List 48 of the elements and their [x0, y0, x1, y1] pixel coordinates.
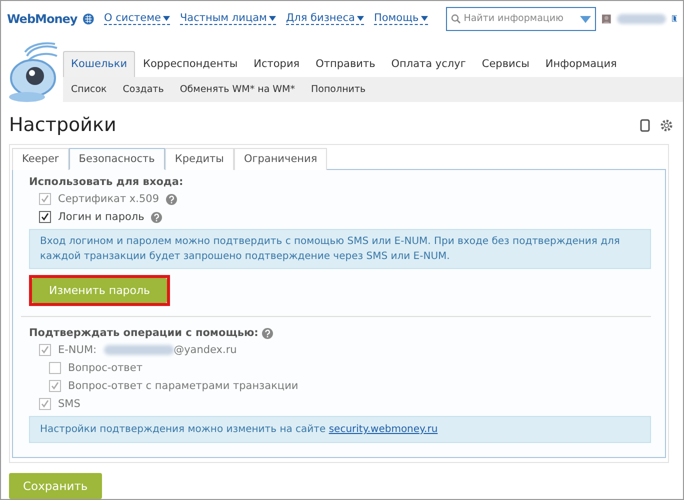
exit-icon[interactable] [672, 12, 677, 25]
sub-nav-link[interactable]: Создать [122, 84, 164, 95]
checkbox[interactable] [39, 211, 51, 223]
settings-tab[interactable]: Ограничения [234, 148, 328, 170]
security-link[interactable]: security.webmoney.ru [328, 424, 438, 435]
help-icon[interactable] [151, 212, 162, 222]
sub-nav-link[interactable]: Пополнить [311, 84, 366, 95]
phone-icon[interactable] [640, 118, 650, 132]
search-icon [450, 14, 461, 24]
main-tab[interactable]: Отправить [308, 51, 384, 77]
nav-link[interactable]: Помощь [374, 12, 428, 25]
option-label: E-NUM: [58, 344, 97, 356]
main-tab[interactable]: История [246, 51, 308, 77]
section-heading: Подтверждать операции с помощью: [29, 327, 258, 339]
section-heading: Использовать для входа: [29, 176, 184, 188]
option-label: SMS [58, 398, 80, 410]
settings-tab[interactable]: Keeper [12, 148, 69, 170]
email-domain: @yandex.ru [174, 344, 237, 356]
settings-icon[interactable] [660, 118, 673, 132]
caret-icon [356, 16, 364, 20]
redacted-text [104, 345, 174, 355]
nav-link[interactable]: О системе [104, 12, 170, 25]
main-tab[interactable]: Информация [537, 51, 625, 77]
help-icon[interactable] [262, 328, 274, 338]
search-field[interactable]: Найти информацию [446, 6, 596, 30]
main-tab[interactable]: Оплата услуг [383, 51, 474, 77]
caret-icon [420, 16, 428, 20]
logo-text[interactable]: WebMoney [7, 12, 78, 26]
sub-nav-link[interactable]: Обменять WM* на WM* [180, 84, 296, 95]
settings-tab[interactable]: Кредиты [164, 148, 234, 170]
option-label: Вопрос-ответ с параметрами транзакции [68, 380, 298, 392]
settings-tab[interactable]: Безопасность [68, 148, 165, 170]
nav-link[interactable]: Для бизнеса [286, 12, 364, 25]
main-tab[interactable]: Сервисы [474, 51, 538, 77]
sub-nav-link[interactable]: Список [71, 84, 107, 95]
dropdown-icon[interactable] [580, 16, 591, 22]
redacted-username [616, 14, 666, 24]
main-tab[interactable]: Кошельки [63, 51, 136, 77]
info-message: Вход логином и паролем можно подтвердить с помощью SMS или E-NUM. При входе без подтверждения для каждой транзакции будет запрошено подтверждение через SMS или E-NUM. [29, 229, 651, 269]
option-label: Вопрос-ответ [68, 362, 142, 374]
info-message: Настройки подтверждения можно изменить на сайте security.webmoney.ru [29, 416, 651, 443]
page-title: Настройки [9, 114, 116, 136]
caret-icon [162, 16, 170, 20]
option-label: Логин и пароль [58, 211, 144, 223]
main-tab[interactable]: Корреспонденты [135, 51, 246, 77]
caret-icon [268, 16, 276, 20]
option-label: Сертификат x.509 [58, 193, 160, 205]
nav-link[interactable]: Частным лицам [180, 12, 276, 25]
